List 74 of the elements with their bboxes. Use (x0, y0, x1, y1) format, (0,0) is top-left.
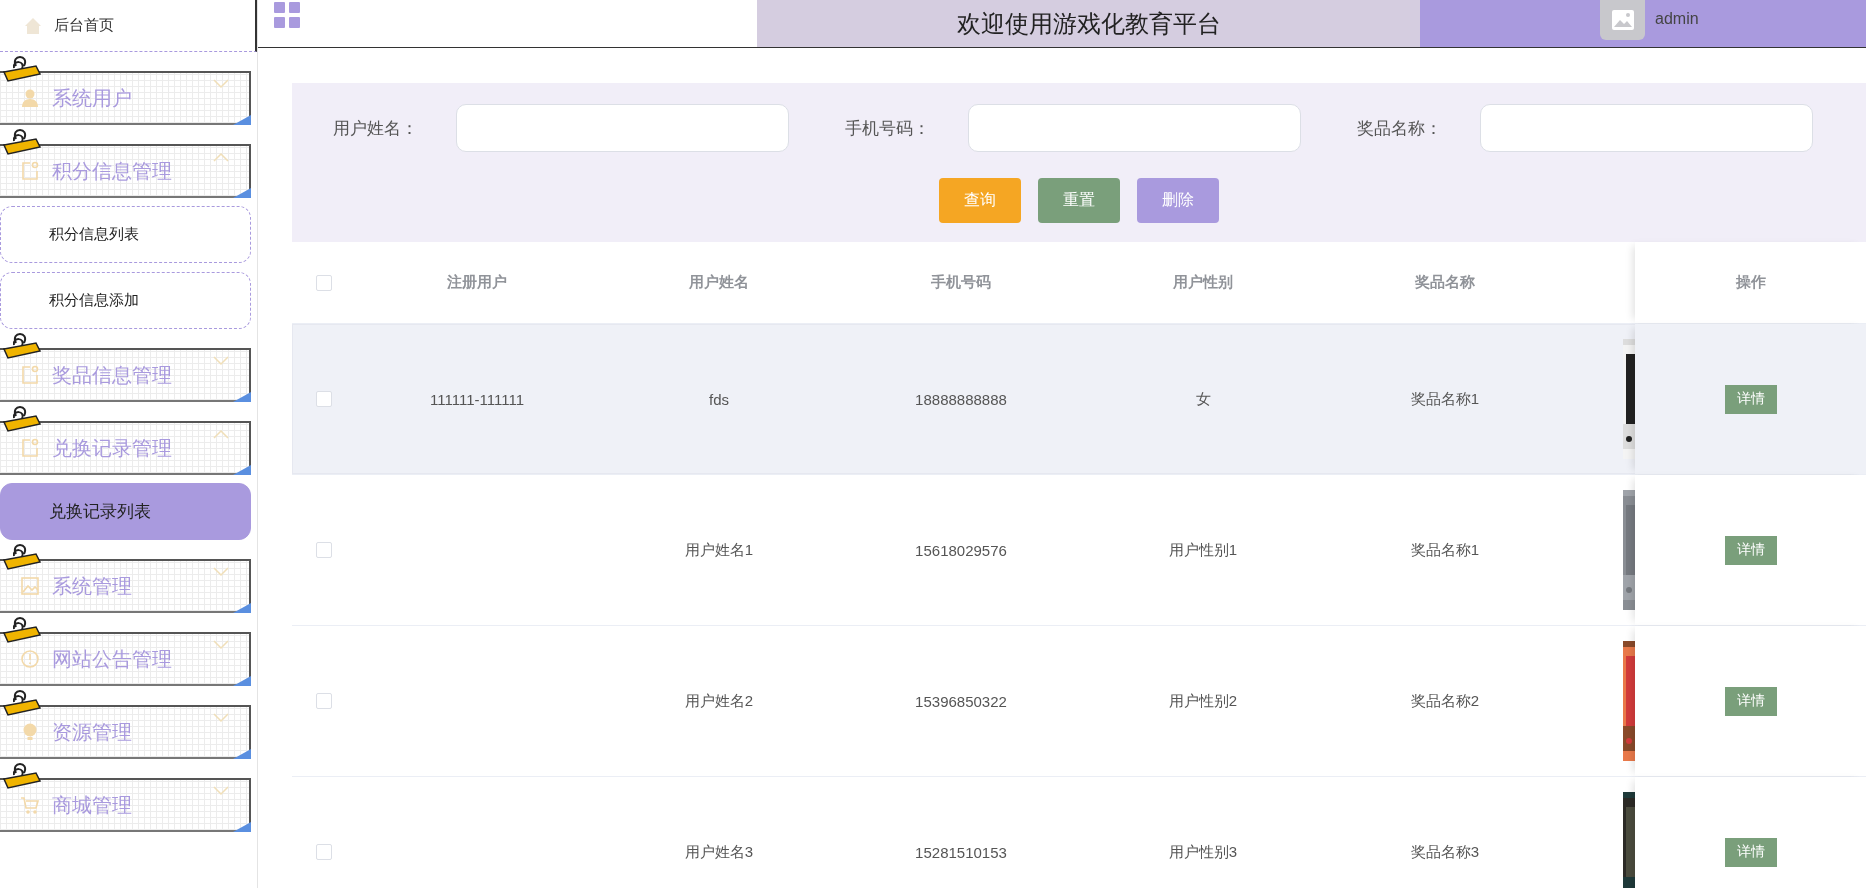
detail-button[interactable]: 详情 (1724, 686, 1777, 716)
table-cell: 111111-111111 (430, 390, 524, 408)
menu-group[interactable]: 积分信息管理 (0, 144, 251, 198)
page-corner-icon (233, 603, 251, 613)
document-icon (20, 365, 40, 385)
menu-group[interactable]: 网站公告管理 (0, 632, 251, 686)
page-corner-icon (233, 188, 251, 198)
column-header: 操作 (1735, 273, 1766, 292)
field-label: 用户姓名： (333, 117, 419, 140)
menu-group[interactable]: 商城管理 (0, 778, 251, 832)
column-header: 用户性别 (1173, 273, 1233, 292)
menu-group[interactable]: 系统用户 (0, 71, 251, 125)
submenu-item[interactable]: 积分信息列表 (0, 206, 251, 263)
table-cell: 用户姓名2 (684, 691, 754, 711)
home-menu-item[interactable]: 后台首页 (0, 0, 257, 52)
table-cell: 用户性别3 (1168, 842, 1238, 862)
grid-menu-icon[interactable] (274, 2, 300, 28)
table-cell: 奖品名称1 (1410, 540, 1480, 560)
column-header: 用户姓名 (689, 273, 749, 292)
page-title: 欢迎使用游戏化教育平台 (956, 8, 1221, 39)
detail-button[interactable]: 详情 (1724, 384, 1777, 414)
table-cell: 用户性别1 (1168, 540, 1238, 560)
column-header: 手机号码 (931, 273, 991, 292)
page-corner-icon (233, 676, 251, 686)
table-cell: 奖品名称3 (1410, 842, 1480, 862)
search-button[interactable]: 查询 (939, 178, 1021, 223)
user-name: admin (1655, 10, 1699, 28)
detail-button[interactable]: 详情 (1724, 837, 1777, 867)
checkbox[interactable] (316, 542, 332, 558)
page-corner-icon (233, 115, 251, 125)
table-cell: 用户姓名1 (684, 540, 754, 560)
checkbox[interactable] (316, 844, 332, 860)
page-corner-icon (233, 392, 251, 402)
table-cell: 女 (1195, 389, 1211, 409)
checkbox[interactable] (316, 391, 332, 407)
menu-group[interactable]: 奖品信息管理 (0, 348, 251, 402)
avatar[interactable] (1600, 0, 1645, 40)
cart-icon (20, 795, 40, 815)
table-cell: 18888888888 (915, 390, 1007, 408)
delete-button[interactable]: 删除 (1137, 178, 1219, 223)
column-header: 注册用户 (447, 273, 507, 292)
menu-group[interactable]: 兑换记录管理 (0, 421, 251, 475)
warning-icon (20, 649, 40, 669)
submenu-item[interactable]: 兑换记录列表 (0, 483, 251, 540)
detail-button[interactable]: 详情 (1724, 535, 1777, 565)
page-corner-icon (233, 465, 251, 475)
table-cell: 奖品名称2 (1410, 691, 1480, 711)
field-label: 奖品名称： (1357, 117, 1443, 140)
column-header: 奖品名称 (1415, 273, 1475, 292)
input-field[interactable] (968, 104, 1301, 152)
checkbox[interactable] (316, 693, 332, 709)
table-cell: 奖品名称1 (1410, 389, 1480, 409)
document-icon (20, 438, 40, 458)
page-corner-icon (233, 749, 251, 759)
page-corner-icon (233, 822, 251, 832)
input-field[interactable] (1480, 104, 1813, 152)
menu-group[interactable]: 系统管理 (0, 559, 251, 613)
table-cell: 15281510153 (915, 843, 1007, 861)
field-label: 手机号码： (845, 117, 931, 140)
table-cell: 用户姓名3 (684, 842, 754, 862)
submenu-item[interactable]: 积分信息添加 (0, 272, 251, 329)
image-icon (20, 576, 40, 596)
menu-group[interactable]: 资源管理 (0, 705, 251, 759)
table-cell: 15618029576 (915, 541, 1007, 559)
document-icon (20, 161, 40, 181)
table-cell: fds (709, 390, 729, 408)
checkbox[interactable] (316, 274, 332, 291)
home-icon (24, 16, 42, 35)
table-cell: 用户性别2 (1168, 691, 1238, 711)
user-icon (20, 88, 40, 108)
image-icon (1611, 10, 1634, 30)
input-field[interactable] (456, 104, 789, 152)
reset-button[interactable]: 重置 (1038, 178, 1120, 223)
table-cell: 15396850322 (915, 692, 1007, 710)
